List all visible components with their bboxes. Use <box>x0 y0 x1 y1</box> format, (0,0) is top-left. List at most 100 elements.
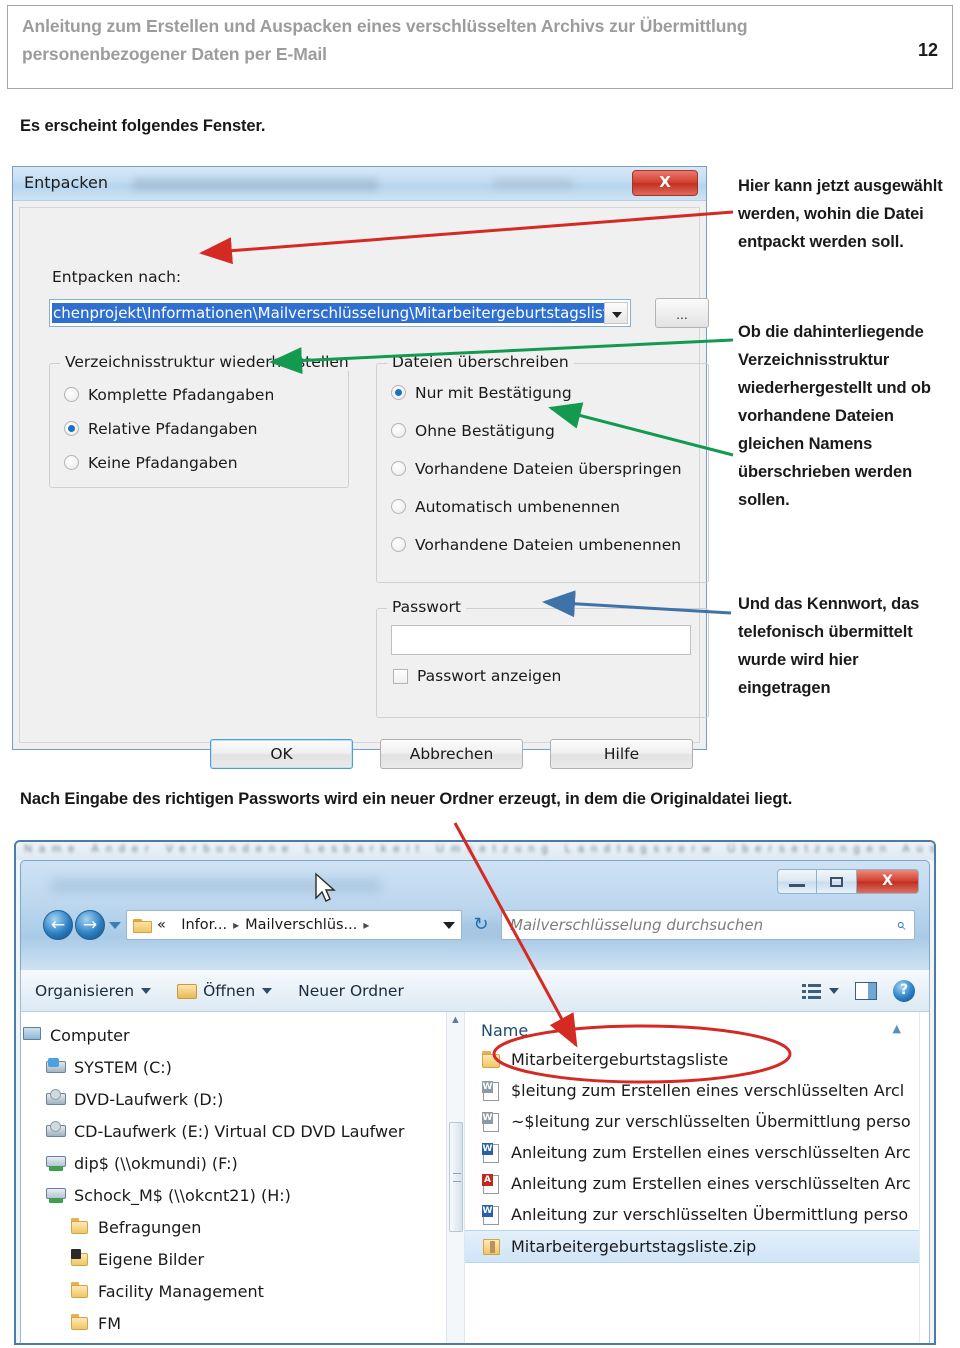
radio-label: Keine Pfadangaben <box>88 453 238 472</box>
radio-keine-pfadangaben[interactable]: Keine Pfadangaben <box>64 448 238 477</box>
dialog-title: Entpacken <box>24 173 108 192</box>
tree-item-pc-im-pfarramt[interactable]: PC im Pfarramt <box>21 1339 464 1343</box>
explorer-toolbar: Organisieren Öffnen Neuer Ordner ? <box>20 970 930 1012</box>
password-input[interactable] <box>391 625 691 655</box>
breadcrumb-spacer <box>172 918 175 932</box>
chevron-down-icon[interactable] <box>604 302 628 324</box>
help-icon[interactable]: ? <box>893 979 915 1002</box>
recent-locations-chevron-icon[interactable] <box>109 921 121 929</box>
tree-item-label: CD-Laufwerk (E:) Virtual CD DVD Laufwer <box>74 1121 405 1141</box>
overwrite-files-group-title: Dateien überschreiben <box>387 353 574 371</box>
show-password-label: Passwort anzeigen <box>417 667 562 685</box>
forward-glyph: → <box>82 915 98 935</box>
file-list-item[interactable]: ~$leitung zur verschlüsselten Übermittlu… <box>465 1106 929 1137</box>
breadcrumb-overflow[interactable]: « <box>157 917 166 933</box>
scroll-up-icon[interactable]: ▲ <box>893 1022 901 1035</box>
address-dropdown-icon[interactable] <box>443 921 455 929</box>
scrollbar-thumb[interactable] <box>449 1122 463 1232</box>
overwrite-files-group: Dateien überschreiben Nur mit Bestätigun… <box>376 353 709 583</box>
radio-automatisch-umbenennen[interactable]: Automatisch umbenennen <box>391 492 620 521</box>
file-list-item[interactable]: Anleitung zum Erstellen eines verschlüss… <box>465 1137 929 1168</box>
breadcrumb-separator-icon-2[interactable]: ▸ <box>363 918 369 932</box>
radio-nur-mit-bestaetigung[interactable]: Nur mit Bestätigung <box>391 378 572 407</box>
radio-vorhandene-dateien-ueberspringen[interactable]: Vorhandene Dateien überspringen <box>391 454 682 483</box>
scrollbar-grip-icon <box>453 1173 461 1182</box>
tree-item-dvd-laufwerk-d[interactable]: DVD-Laufwerk (D:) <box>21 1083 464 1115</box>
ok-button[interactable]: OK <box>210 739 353 769</box>
extract-path-input[interactable]: chenprojekt\Informationen\Mailverschlüss… <box>49 299 631 327</box>
file-list-item-selected[interactable]: Mitarbeitergeburtstagsliste.zip <box>465 1230 929 1263</box>
breadcrumb-item-mailverschluesselung[interactable]: Mailverschlüs... <box>245 917 357 933</box>
tree-item-computer[interactable]: Computer <box>21 1019 464 1051</box>
refresh-icon[interactable]: ↻ <box>465 909 497 941</box>
show-password-checkbox-row[interactable]: Passwort anzeigen <box>393 667 561 685</box>
change-view-button[interactable] <box>802 982 839 1000</box>
search-box[interactable]: Mailverschlüsselung durchsuchen ⌕ <box>501 910 915 940</box>
open-menu-button[interactable]: Öffnen <box>177 982 273 1000</box>
tree-item-label: SYSTEM (C:) <box>74 1057 172 1077</box>
radio-icon-checked <box>391 385 406 400</box>
file-list-item[interactable]: Anleitung zum Erstellen eines verschlüss… <box>465 1168 929 1199</box>
minimize-button[interactable] <box>777 869 817 894</box>
cd-drive-icon <box>45 1121 67 1141</box>
file-list-column-header[interactable]: Name ▲ <box>465 1016 929 1044</box>
open-folder-icon <box>177 982 198 999</box>
file-list-item[interactable]: $leitung zum Erstellen eines verschlüsse… <box>465 1075 929 1106</box>
preview-pane-icon[interactable] <box>855 981 877 1000</box>
tree-item-befragungen[interactable]: Befragungen <box>21 1211 464 1243</box>
tree-item-label: dip$ (\\okmundi) (F:) <box>74 1153 238 1173</box>
cancel-button[interactable]: Abbrechen <box>380 739 523 769</box>
help-button[interactable]: Hilfe <box>550 739 693 769</box>
close-icon[interactable]: X <box>632 170 698 196</box>
radio-relative-pfadangaben[interactable]: Relative Pfadangaben <box>64 414 257 443</box>
winrar-extract-dialog: Entpacken X Entpacken nach: chenprojekt\… <box>12 166 709 769</box>
annotation-note-2: Ob die dahinterliegende Verzeichnisstruk… <box>738 323 931 509</box>
file-list-item[interactable]: Anleitung zur verschlüsselten Übermittlu… <box>465 1199 929 1230</box>
tree-item-system-c[interactable]: SYSTEM (C:) <box>21 1051 464 1083</box>
new-folder-button[interactable]: Neuer Ordner <box>298 982 404 1000</box>
column-header-name: Name <box>481 1020 529 1040</box>
annotation-note-1: Hier kann jetzt ausgewählt werden, wohin… <box>738 177 943 251</box>
tree-item-label: Computer <box>50 1025 130 1045</box>
navigation-pane-scrollbar[interactable]: ▲ <box>446 1012 464 1343</box>
radio-icon <box>391 461 406 476</box>
forward-icon[interactable]: → <box>75 910 105 940</box>
blurred-text-decoration: Name Änder Verbundene Lesbarkeit Umsetzu… <box>24 843 936 855</box>
file-name-label: Mitarbeitergeburtstagsliste.zip <box>511 1237 757 1256</box>
checkbox-icon <box>393 668 408 684</box>
tree-item-label: Befragungen <box>98 1217 202 1237</box>
directory-structure-group-title: Verzeichnisstruktur wiederherstellen <box>60 353 354 371</box>
radio-icon <box>391 499 406 514</box>
organize-menu-button[interactable]: Organisieren <box>35 982 152 1000</box>
titlebar-blur-decoration-2 <box>493 179 573 189</box>
dialog-body: Entpacken nach: chenprojekt\Informatione… <box>19 207 709 769</box>
tree-item-fm[interactable]: FM <box>21 1307 464 1339</box>
tree-item-cd-laufwerk-e[interactable]: CD-Laufwerk (E:) Virtual CD DVD Laufwer <box>21 1115 464 1147</box>
scroll-up-icon[interactable]: ▲ <box>447 1012 464 1029</box>
computer-icon <box>21 1025 43 1045</box>
tree-item-dip-okmundi-f[interactable]: dip$ (\\okmundi) (F:) <box>21 1147 464 1179</box>
file-name-label: Anleitung zur verschlüsselten Übermittlu… <box>511 1205 909 1224</box>
explorer-title-chrome: X ← → « Infor... ▸ Mailverschlüs... ▸ ↻ … <box>20 860 930 970</box>
tree-item-label: FM <box>98 1313 122 1333</box>
list-view-icon <box>802 982 822 1000</box>
explorer-content: Computer SYSTEM (C:) DVD-Laufwerk (D:) C… <box>20 1012 930 1343</box>
maximize-button[interactable] <box>817 869 857 894</box>
tree-item-eigene-bilder[interactable]: Eigene Bilder <box>21 1243 464 1275</box>
radio-komplette-pfadangaben[interactable]: Komplette Pfadangaben <box>64 380 274 409</box>
tree-item-facility-management[interactable]: Facility Management <box>21 1275 464 1307</box>
address-bar[interactable]: « Infor... ▸ Mailverschlüs... ▸ <box>126 910 462 940</box>
chrome-blur-decoration <box>51 879 381 893</box>
breadcrumb-item-informationen[interactable]: Infor... <box>181 917 227 933</box>
file-list-scrollbar[interactable] <box>919 1012 929 1343</box>
browse-button[interactable]: ... <box>655 298 709 328</box>
radio-ohne-bestaetigung[interactable]: Ohne Bestätigung <box>391 416 555 445</box>
close-button[interactable]: X <box>857 869 919 894</box>
radio-vorhandene-dateien-umbenennen[interactable]: Vorhandene Dateien umbenennen <box>391 530 681 559</box>
chevron-down-icon <box>829 987 839 994</box>
file-list-item-folder[interactable]: Mitarbeitergeburtstagsliste <box>465 1044 929 1075</box>
back-icon[interactable]: ← <box>43 910 73 940</box>
annotation-note-3: Und das Kennwort, das telefonisch übermi… <box>738 595 920 697</box>
tree-item-schock-okcnt21-h[interactable]: Schock_M$ (\\okcnt21) (H:) <box>21 1179 464 1211</box>
explorer-navigation-bar: ← → « Infor... ▸ Mailverschlüs... ▸ ↻ Ma… <box>43 909 915 941</box>
